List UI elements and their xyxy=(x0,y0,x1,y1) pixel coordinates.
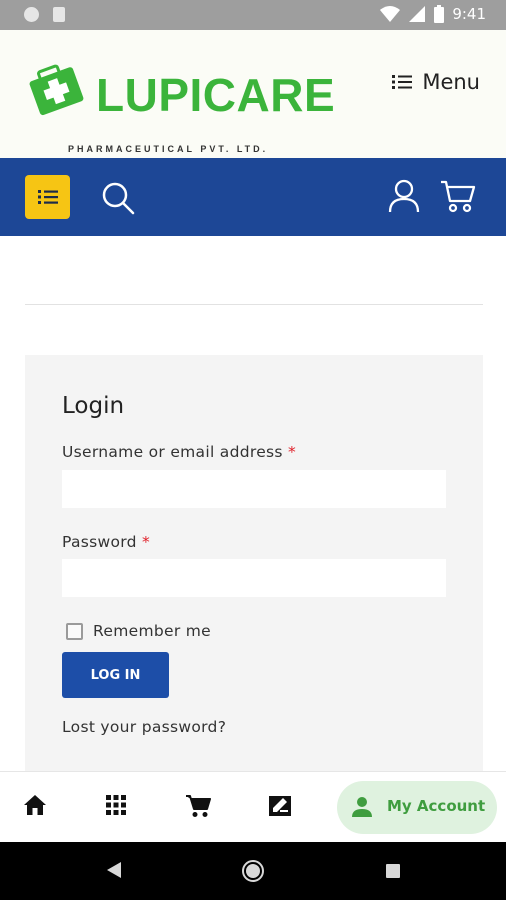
lost-password-link[interactable]: Lost your password? xyxy=(62,718,226,736)
grid-icon[interactable] xyxy=(105,794,127,816)
search-icon[interactable] xyxy=(100,180,136,216)
site-header: LUPICARE PHARMACEUTICAL PVT. LTD. Menu xyxy=(0,30,506,158)
logo-wordmark: LUPICARE xyxy=(96,69,336,121)
person-icon xyxy=(352,797,372,817)
recent-apps-icon[interactable] xyxy=(385,863,401,879)
home-icon[interactable] xyxy=(23,794,47,816)
menu-button[interactable]: Menu xyxy=(392,70,480,94)
user-icon[interactable] xyxy=(388,179,420,213)
list-icon xyxy=(37,190,58,204)
list-icon xyxy=(392,75,413,89)
battery-icon xyxy=(434,5,445,23)
logo-subtitle: PHARMACEUTICAL PVT. LTD. xyxy=(68,144,269,154)
nav-bar xyxy=(0,158,506,236)
menu-label: Menu xyxy=(422,70,480,94)
required-mark: * xyxy=(142,533,151,551)
cart-icon[interactable] xyxy=(185,794,211,818)
system-nav-bar xyxy=(0,842,506,900)
status-bar: 9:41 xyxy=(0,0,506,30)
home-circle-icon[interactable] xyxy=(241,859,265,883)
login-card: Login Username or email address * Passwo… xyxy=(25,355,483,775)
my-account-tab[interactable]: My Account xyxy=(337,781,497,834)
login-title: Login xyxy=(62,393,125,419)
sd-card-icon xyxy=(53,7,65,22)
lupicare-logo[interactable]: LUPICARE PHARMACEUTICAL PVT. LTD. xyxy=(28,64,335,156)
wifi-icon xyxy=(380,6,401,22)
edit-icon[interactable] xyxy=(267,794,293,818)
category-list-button[interactable] xyxy=(25,175,70,219)
medical-cross-icon xyxy=(29,64,84,116)
notification-dot-icon xyxy=(24,7,39,22)
signal-icon xyxy=(409,6,426,22)
remember-me-label: Remember me xyxy=(93,622,211,640)
username-label: Username or email address * xyxy=(62,443,297,461)
my-account-label: My Account xyxy=(387,797,486,815)
password-label: Password * xyxy=(62,533,151,551)
required-mark: * xyxy=(288,443,297,461)
remember-me: Remember me xyxy=(66,622,211,640)
divider xyxy=(25,304,483,305)
bottom-nav: My Account xyxy=(0,771,506,842)
remember-me-checkbox[interactable] xyxy=(66,622,83,640)
back-icon[interactable] xyxy=(106,861,122,879)
login-button[interactable]: LOG IN xyxy=(62,652,169,698)
cart-icon[interactable] xyxy=(440,179,476,213)
password-input[interactable] xyxy=(62,559,446,597)
username-input[interactable] xyxy=(62,470,446,508)
clock: 9:41 xyxy=(452,5,486,23)
